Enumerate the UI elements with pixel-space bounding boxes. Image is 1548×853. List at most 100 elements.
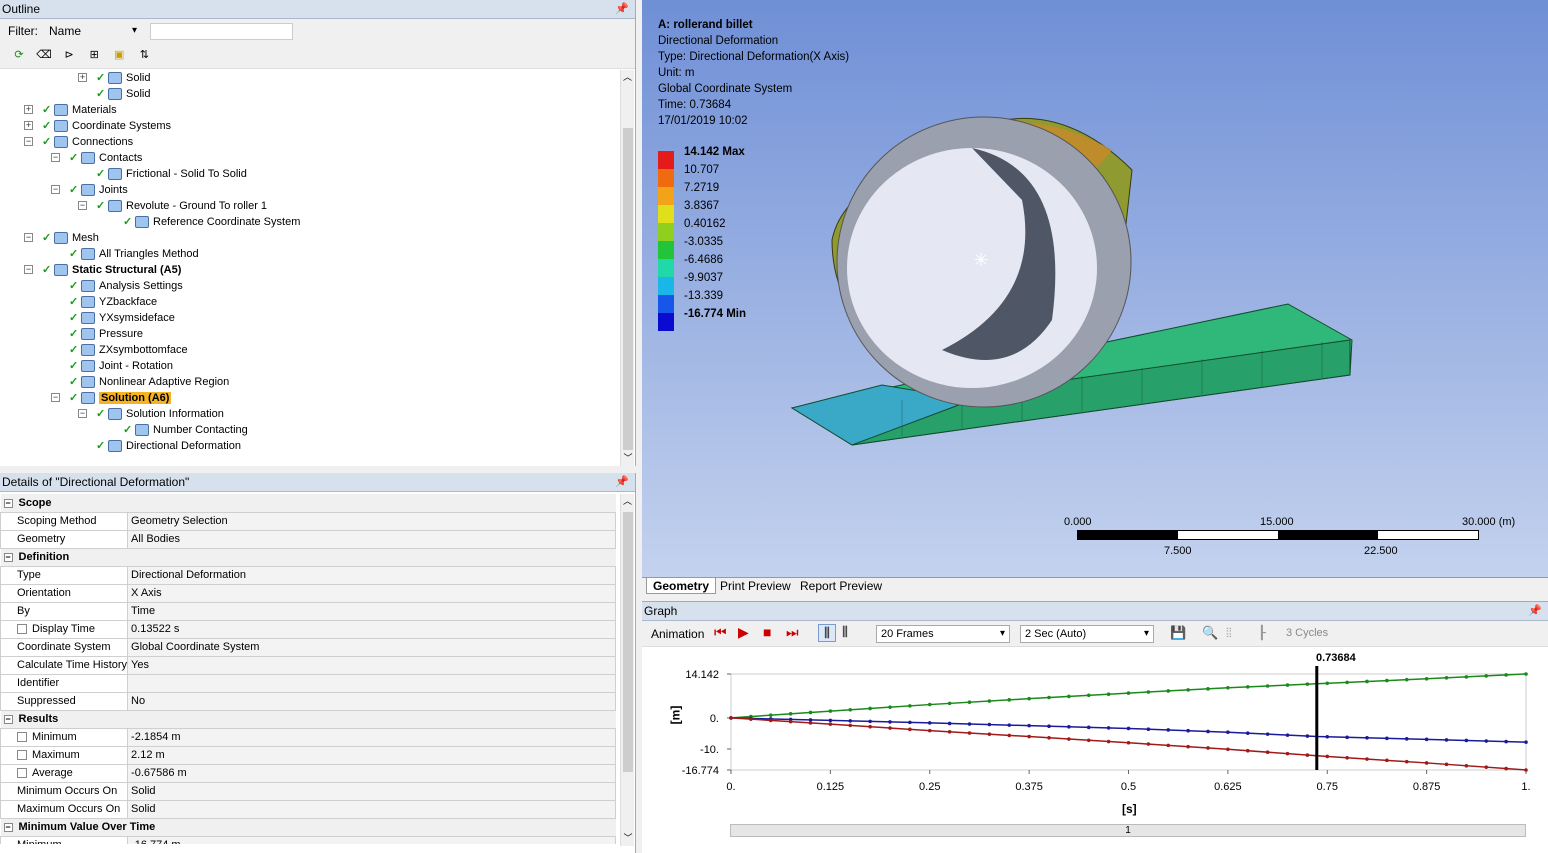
expand-toggle-icon[interactable]: − — [51, 185, 60, 194]
result-frames-icon[interactable]: ⫼ — [842, 624, 848, 640]
details-value[interactable]: All Bodies — [127, 529, 616, 549]
details-value[interactable]: Directional Deformation — [127, 565, 616, 585]
details-row[interactable]: Calculate Time History Yes — [0, 655, 616, 675]
parameter-checkbox[interactable] — [17, 750, 27, 761]
details-value[interactable]: Geometry Selection — [127, 511, 616, 531]
tree-item[interactable]: − ✓ Mesh — [24, 230, 99, 246]
scroll-up-icon[interactable]: ︿ — [621, 494, 634, 507]
expand-all-icon[interactable]: ⊞ — [85, 46, 103, 64]
expand-toggle-icon[interactable]: − — [24, 233, 33, 242]
tree-item[interactable]: ✓ YXsymsideface — [53, 310, 175, 326]
expand-toggle-icon[interactable]: + — [78, 73, 87, 82]
filter-input[interactable] — [150, 23, 293, 40]
outline-scroll-thumb[interactable] — [623, 128, 633, 450]
refresh-icon[interactable]: ⟳ — [10, 46, 28, 64]
time-history-chart[interactable]: 14.142 0. -10. -16.774 0. 0.125 0.25 0.375 0.5 0.… — [642, 650, 1548, 840]
details-row[interactable]: − Definition — [0, 548, 616, 566]
expand-toggle-icon[interactable]: − — [78, 201, 87, 210]
expand-toggle-icon[interactable]: − — [51, 393, 60, 402]
tree-item[interactable]: ✓ Directional Deformation — [80, 438, 241, 454]
grid-icon[interactable]: ⦙⦙ — [1226, 625, 1232, 641]
details-scroll-thumb[interactable] — [623, 512, 633, 772]
details-row[interactable]: Minimum -2.1854 m — [0, 727, 616, 747]
zoom-icon[interactable]: 🔍 — [1202, 625, 1218, 641]
details-row[interactable]: Orientation X Axis — [0, 583, 616, 603]
tab-geometry[interactable]: Geometry — [646, 578, 717, 594]
scroll-up-icon[interactable]: ︿ — [621, 70, 634, 83]
details-value[interactable] — [127, 673, 616, 693]
folder-icon[interactable]: ▣ — [110, 46, 128, 64]
details-row[interactable]: Minimum Occurs On Solid — [0, 781, 616, 801]
tree-item[interactable]: ✓ Solid — [80, 86, 150, 102]
tree-item[interactable]: − ✓ Revolute - Ground To roller 1 — [78, 198, 267, 214]
tree-item[interactable]: ✓ Joint - Rotation — [53, 358, 173, 374]
distributed-frames-icon[interactable]: ⫼ — [818, 624, 836, 642]
details-value[interactable]: Time — [127, 601, 616, 621]
tree-item[interactable]: − ✓ Solution Information — [78, 406, 224, 422]
details-value[interactable]: 2.12 m — [127, 745, 616, 765]
details-value[interactable]: -2.1854 m — [127, 727, 616, 747]
pin-icon[interactable]: 📌 — [615, 473, 629, 492]
outline-scrollbar[interactable]: ︿ ﹀ — [620, 70, 634, 466]
tree-item[interactable]: ✓ All Triangles Method — [53, 246, 199, 262]
details-row[interactable]: − Minimum Value Over Time — [0, 818, 616, 836]
details-value[interactable]: No — [127, 691, 616, 711]
details-value[interactable]: Yes — [127, 655, 616, 675]
parameter-checkbox[interactable] — [17, 732, 27, 743]
details-value[interactable]: Solid — [127, 781, 616, 801]
tree-item[interactable]: ✓ Frictional - Solid To Solid — [80, 166, 247, 182]
details-value[interactable]: -16.774 m — [127, 835, 616, 844]
tree-item[interactable]: + ✓ Coordinate Systems — [24, 118, 171, 134]
collapse-icon[interactable]: − — [3, 498, 13, 508]
details-row[interactable]: Suppressed No — [0, 691, 616, 711]
details-value[interactable]: Solid — [127, 799, 616, 819]
skip-back-icon[interactable]: ⏮ — [714, 624, 727, 641]
tree-item[interactable]: − ✓ Solution (A6) — [51, 390, 172, 406]
tab-print-preview[interactable]: Print Preview — [714, 578, 797, 594]
details-row[interactable]: Type Directional Deformation — [0, 565, 616, 585]
details-row[interactable]: Maximum Occurs On Solid — [0, 799, 616, 819]
collapse-icon[interactable]: − — [3, 553, 13, 562]
filter-select[interactable]: Name — [45, 23, 141, 41]
tree-item[interactable]: − ✓ Static Structural (A5) — [24, 262, 181, 278]
tree-item[interactable]: ✓ Analysis Settings — [53, 278, 183, 294]
details-row[interactable]: Geometry All Bodies — [0, 529, 616, 549]
details-row[interactable]: Minimum -16.774 m — [0, 835, 616, 844]
duration-select[interactable]: 2 Sec (Auto) — [1020, 625, 1154, 643]
details-row[interactable]: Coordinate System Global Coordinate Syste… — [0, 637, 616, 657]
details-scrollbar[interactable]: ︿ ﹀ — [620, 494, 634, 846]
details-row[interactable]: By Time — [0, 601, 616, 621]
expand-toggle-icon[interactable]: − — [24, 265, 33, 274]
cycles-icon[interactable]: ┠ — [1258, 625, 1266, 641]
eraser-icon[interactable]: ⌫ — [35, 46, 53, 64]
pin-icon[interactable]: 📌 — [615, 0, 629, 19]
details-row[interactable]: − Scope — [0, 494, 616, 512]
tree-item[interactable]: ✓ ZXsymbottomface — [53, 342, 188, 358]
tree-item[interactable]: − ✓ Contacts — [51, 150, 142, 166]
skip-forward-icon[interactable]: ⏭ — [786, 624, 799, 641]
play-icon[interactable]: ▶ — [738, 624, 749, 641]
details-value[interactable]: Global Coordinate System — [127, 637, 616, 657]
details-row[interactable]: − Results — [0, 710, 616, 728]
export-video-icon[interactable]: 💾 — [1170, 625, 1186, 641]
tree-item[interactable]: ✓ Reference Coordinate System — [107, 214, 300, 230]
expand-toggle-icon[interactable]: − — [24, 137, 33, 146]
details-row[interactable]: Maximum 2.12 m — [0, 745, 616, 765]
sort-az-icon[interactable]: ⇅ — [135, 46, 153, 64]
tree-item[interactable]: ✓ YZbackface — [53, 294, 157, 310]
tree-item[interactable]: − ✓ Joints — [51, 182, 128, 198]
collapse-icon[interactable]: − — [3, 823, 13, 832]
scroll-down-icon[interactable]: ﹀ — [621, 831, 635, 844]
tree-filter-icon[interactable]: ⊳ — [60, 46, 78, 64]
expand-toggle-icon[interactable]: − — [51, 153, 60, 162]
expand-toggle-icon[interactable]: − — [78, 409, 87, 418]
expand-toggle-icon[interactable]: + — [24, 121, 33, 130]
details-row[interactable]: Scoping Method Geometry Selection — [0, 511, 616, 531]
parameter-checkbox[interactable] — [17, 624, 27, 635]
tree-item[interactable]: − ✓ Connections — [24, 134, 133, 150]
parameter-checkbox[interactable] — [17, 768, 27, 779]
tree-item[interactable]: + ✓ Materials — [24, 102, 117, 118]
stop-icon[interactable]: ■ — [763, 624, 771, 640]
tree-item[interactable]: + ✓ Solid — [78, 70, 150, 86]
animation-slider[interactable]: 1 — [730, 824, 1526, 837]
